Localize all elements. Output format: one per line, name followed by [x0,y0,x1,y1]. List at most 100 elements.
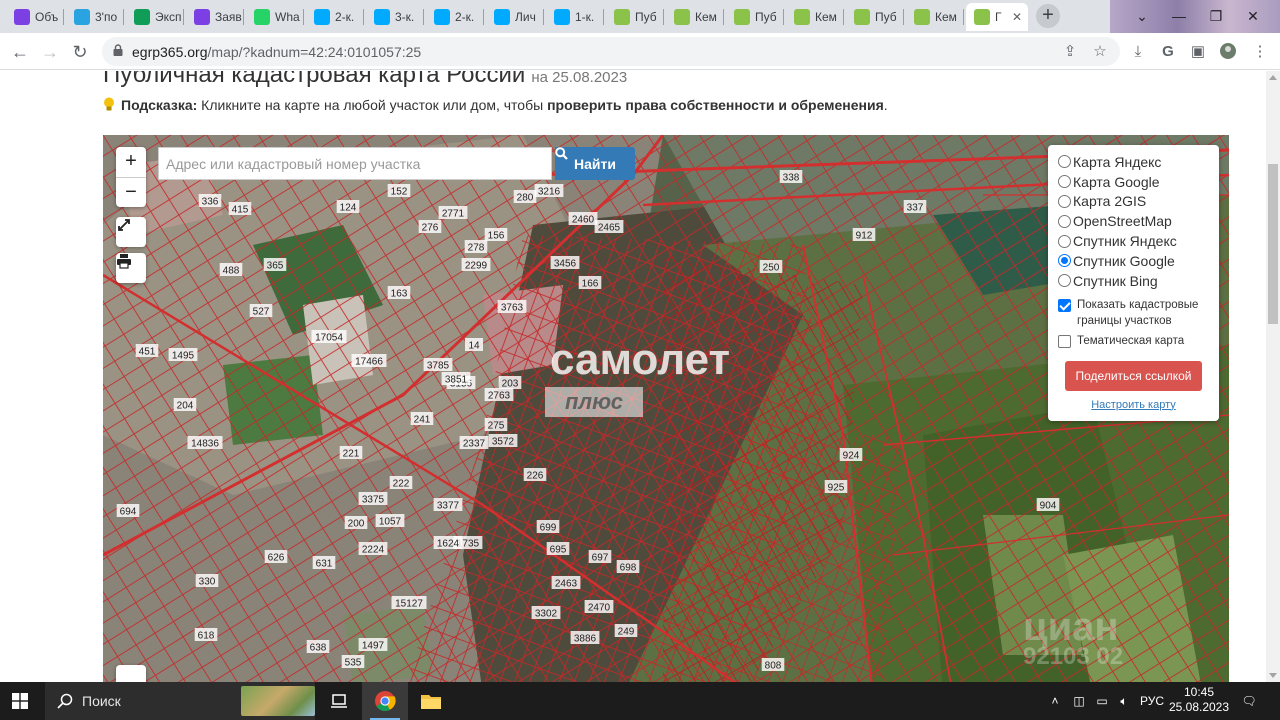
show-borders-option[interactable]: Показать кадастровые границы участков [1058,297,1209,329]
new-tab-button[interactable]: + [1036,4,1060,28]
back-arrow-icon[interactable]: ← [9,41,31,63]
browser-tab[interactable]: Объ [6,3,64,31]
show-borders-checkbox[interactable] [1058,298,1071,312]
parcel-label[interactable]: 808 [761,658,785,672]
side-panel-icon[interactable]: ▣ [1188,42,1208,62]
parcel-label[interactable]: 2463 [551,576,581,590]
zoom-in-button[interactable]: + [116,147,146,177]
browser-tab[interactable]: Пуб [726,3,784,31]
download-icon[interactable]: ⤓ [1128,42,1148,62]
parcel-label[interactable]: 276 [418,220,442,234]
layer-option[interactable]: Карта Яндекс [1058,152,1209,172]
parcel-label[interactable]: 924 [839,448,863,462]
forward-arrow-icon[interactable]: → [39,41,61,63]
parcel-label[interactable]: 488 [219,263,243,277]
browser-tab[interactable]: Кем [906,3,964,31]
tab-search-icon[interactable]: ⌄ [1132,6,1152,26]
parcel-label[interactable]: 618 [194,628,218,642]
parcel-label[interactable]: 3216 [534,184,564,198]
parcel-label[interactable]: 698 [616,560,640,574]
browser-tab[interactable]: Wha [246,3,304,31]
page-scrollbar[interactable] [1266,71,1280,682]
layer-radio-button[interactable] [1058,175,1071,189]
cadastral-map[interactable]: 152 3216 280 2460 338 336 415 124 276 2771 156 2299… [103,135,1229,682]
parcel-label[interactable]: 3377 [433,498,463,512]
find-button[interactable]: Найти [555,147,635,180]
parcel-label[interactable]: 241 [410,412,434,426]
parcel-label[interactable]: 249 [614,624,638,638]
layer-radio-button[interactable] [1058,194,1071,208]
browser-tab[interactable]: Пуб [606,3,664,31]
browser-tab[interactable]: Эксп [126,3,184,31]
parcel-label[interactable]: 3785 [423,358,453,372]
menu-dots-icon[interactable]: ⋮ [1250,42,1270,62]
parcel-label[interactable]: 330 [195,574,219,588]
bookmark-star-icon[interactable]: ☆ [1090,42,1110,62]
parcel-label[interactable]: 3375 [358,492,388,506]
parcel-label[interactable]: 904 [1036,498,1060,512]
minimize-icon[interactable]: — [1169,6,1189,26]
parcel-label[interactable]: 14 [465,338,483,352]
parcel-label[interactable]: 14836 [187,436,223,450]
parcel-label[interactable]: 3572 [488,434,518,448]
parcel-label[interactable]: 365 [263,258,287,272]
volume-icon[interactable]: 🔈︎ [1114,682,1134,720]
parcel-label[interactable]: 2771 [438,206,468,220]
fullscreen-button[interactable] [116,217,146,247]
parcel-label[interactable]: 280 [513,190,537,204]
parcel-label[interactable]: 200 [344,516,368,530]
parcel-label[interactable]: 1057 [375,514,405,528]
browser-tab[interactable]: Заяв [186,3,244,31]
parcel-label[interactable]: 527 [249,304,273,318]
layer-option[interactable]: Спутник Яндекс [1058,231,1209,251]
parcel-label[interactable]: 2224 [358,542,388,556]
parcel-label[interactable]: 2460 [568,212,598,226]
parcel-label[interactable]: 697 [588,550,612,564]
parcel-label[interactable]: 695 [546,542,570,556]
meet-now-icon[interactable]: ◫ [1068,682,1090,720]
parcel-label[interactable]: 3851 [441,372,471,386]
browser-tab[interactable]: 1-к. [546,3,604,31]
parcel-label[interactable]: 163 [387,286,411,300]
parcel-label[interactable]: 15127 [391,596,427,610]
parcel-label[interactable]: 3763 [497,300,527,314]
parcel-label[interactable]: 626 [264,550,288,564]
parcel-label[interactable]: 1624 [433,536,463,550]
chrome-taskbar-button[interactable] [362,682,408,720]
parcel-label[interactable]: 631 [312,556,336,570]
layer-option[interactable]: Спутник Bing [1058,271,1209,291]
browser-tab[interactable]: Г ✕ [966,3,1028,31]
windows-start-icon[interactable] [12,693,28,709]
close-window-icon[interactable]: ✕ [1243,6,1263,26]
file-explorer-button[interactable] [408,682,454,720]
parcel-label[interactable]: 336 [198,194,222,208]
parcel-label[interactable]: 1497 [358,638,388,652]
browser-tab[interactable]: 2-к. [306,3,364,31]
profile-avatar-icon[interactable] [1218,42,1238,62]
taskbar-search-box[interactable]: Поиск [45,682,315,720]
parcel-label[interactable]: 451 [135,344,159,358]
parcel-label[interactable]: 222 [389,476,413,490]
share-link-button[interactable]: Поделиться ссылкой [1065,360,1202,391]
scrollbar-thumb[interactable] [1268,164,1278,324]
thematic-map-checkbox[interactable] [1058,334,1071,348]
parcel-label[interactable]: 337 [903,200,927,214]
print-button[interactable] [116,253,146,283]
show-hidden-icons-icon[interactable]: ˄ [1046,682,1064,720]
parcel-label[interactable]: 925 [824,480,848,494]
parcel-label[interactable]: 338 [779,170,803,184]
layer-radio-button[interactable] [1058,254,1071,268]
layer-option[interactable]: Спутник Google [1058,251,1209,271]
parcel-label[interactable]: 2337 [459,436,489,450]
scroll-up-arrow-icon[interactable] [1269,75,1277,80]
parcel-label[interactable]: 2299 [461,258,491,272]
layer-radio-button[interactable] [1058,234,1071,248]
thematic-map-option[interactable]: Тематическая карта [1058,333,1209,349]
maximize-icon[interactable]: ❐ [1206,6,1226,26]
parcel-label[interactable]: 2470 [584,600,614,614]
layer-radio-button[interactable] [1058,214,1071,228]
layer-radio-button[interactable] [1058,155,1071,169]
parcel-label[interactable]: 3886 [570,631,600,645]
scroll-down-arrow-icon[interactable] [1269,673,1277,678]
parcel-label[interactable]: 221 [339,446,363,460]
